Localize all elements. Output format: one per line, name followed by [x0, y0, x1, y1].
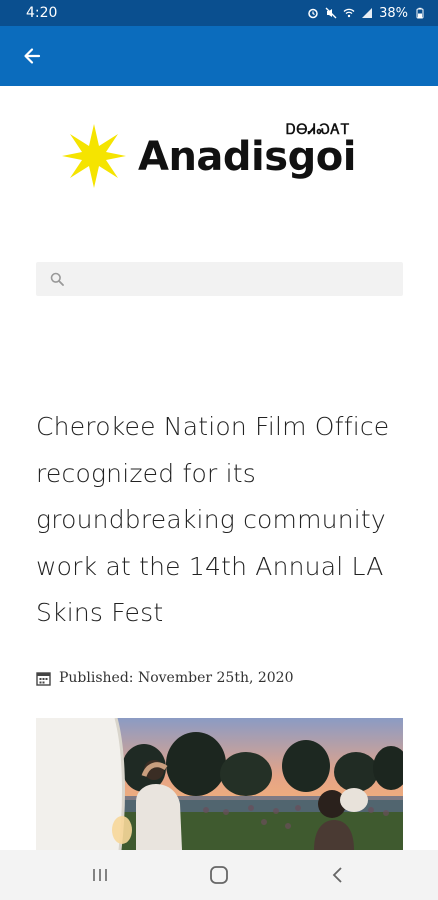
signal-icon [362, 8, 373, 18]
mute-icon [325, 7, 337, 19]
system-nav-bar [0, 850, 438, 900]
search-input[interactable] [64, 262, 403, 296]
recents-icon [92, 869, 107, 881]
star-logo-icon [62, 124, 126, 188]
alarm-icon [308, 8, 318, 19]
logo-main-text: Anadisgoi [138, 134, 356, 180]
wifi-icon [343, 8, 355, 18]
festival-photo [36, 718, 403, 850]
app-bar [0, 26, 438, 86]
published-info: Published: November 25th, 2020 [36, 670, 294, 686]
status-bar: 4:20 38% [0, 0, 438, 26]
article-image[interactable] [36, 718, 403, 850]
article-title[interactable]: Cherokee Nation Film Office recognized f… [36, 404, 408, 637]
nav-back-button[interactable] [318, 855, 358, 895]
recents-button[interactable] [80, 855, 120, 895]
arrow-left-icon [24, 48, 41, 64]
search-bar[interactable] [36, 262, 403, 296]
battery-icon [416, 7, 424, 19]
back-button[interactable] [18, 42, 46, 70]
published-date: Published: November 25th, 2020 [59, 670, 294, 686]
status-time: 4:20 [26, 5, 58, 21]
home-button[interactable] [199, 855, 239, 895]
back-chevron-icon [333, 867, 342, 883]
calendar-icon [36, 671, 51, 686]
search-icon [50, 272, 64, 286]
status-icons: 38% [307, 6, 426, 21]
home-icon [210, 866, 228, 884]
battery-percent: 38% [379, 5, 408, 21]
anadisgoi-logo: ᎠᎾᏗᏍᎪᎢ Anadisgoi [62, 122, 382, 192]
